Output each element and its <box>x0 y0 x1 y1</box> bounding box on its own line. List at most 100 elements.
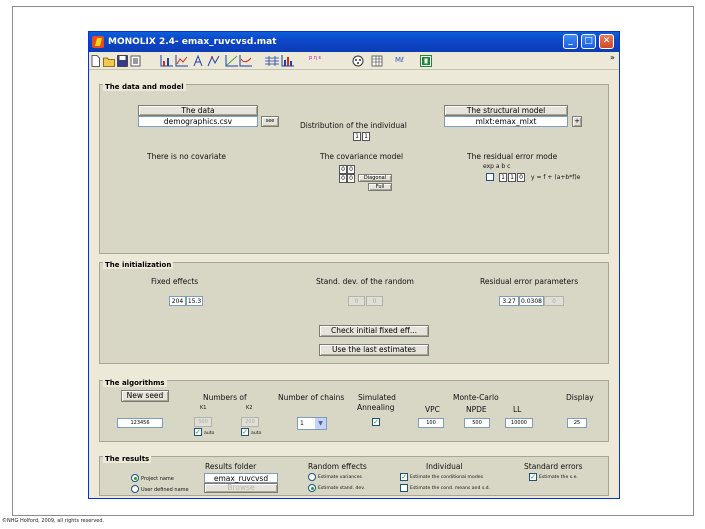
ml-icon[interactable]: Mℓ <box>395 55 404 67</box>
structural-model-button[interactable]: The structural model <box>444 105 568 116</box>
fixed-effects-label: Fixed effects <box>151 277 199 286</box>
seed-field[interactable]: 123456 <box>117 418 163 428</box>
residual-params-label: Residual error parameters <box>480 277 579 286</box>
k2-field[interactable]: 200 <box>241 417 259 427</box>
data-file-field[interactable]: demographics.csv <box>138 116 258 127</box>
toolbar-more-icon[interactable]: » <box>610 53 615 65</box>
close-button[interactable]: ✕ <box>599 34 614 49</box>
obs-vs-pred-icon[interactable] <box>225 55 238 67</box>
cov-22[interactable]: 0 <box>347 174 355 183</box>
estimate-sd-radio[interactable] <box>308 484 316 492</box>
distribution-icon[interactable] <box>281 55 294 67</box>
algorithms-title: The algorithms <box>103 379 167 387</box>
open-folder-icon[interactable] <box>103 55 115 67</box>
minimize-button[interactable]: _ <box>563 34 578 49</box>
structural-model-field[interactable]: mlxt:emax_mlxt <box>444 116 568 127</box>
individual-fits-icon[interactable] <box>193 55 206 67</box>
vpc-label: VPC <box>425 405 440 414</box>
residual-param-b[interactable]: 0.0308 <box>519 296 544 306</box>
use-last-estimates-button[interactable]: Use the last estimates <box>319 344 429 356</box>
fixed-effect-1[interactable]: 204 <box>169 296 186 306</box>
exp-checkbox[interactable] <box>486 173 494 181</box>
random-sd-label: Stand. dev. of the random <box>316 277 414 286</box>
see-button[interactable]: see <box>261 116 279 127</box>
table-icon[interactable] <box>371 55 383 67</box>
monolix-window: MONOLIX 2.4- emax_ruvcvsd.mat _ □ ✕ p η … <box>88 31 620 499</box>
standard-errors-label: Standard errors <box>524 462 583 471</box>
res-a-value[interactable]: 1 <box>499 173 507 182</box>
window-title: MONOLIX 2.4- emax_ruvcvsd.mat <box>108 37 277 47</box>
maximize-button[interactable]: □ <box>581 34 596 49</box>
user-defined-radio[interactable] <box>131 485 139 493</box>
the-data-button[interactable]: The data <box>138 105 258 116</box>
print-icon[interactable] <box>130 55 141 67</box>
ll-field[interactable]: 10000 <box>505 418 533 428</box>
distribution-label: Distribution of the individual <box>300 121 407 130</box>
estimate-sd-label: Estimate stand. dev. <box>318 486 366 491</box>
numbers-of-label: Numbers of <box>203 393 247 402</box>
k1-field[interactable]: 500 <box>194 417 212 427</box>
vpc-icon[interactable]: p η ε <box>309 55 321 67</box>
residual-formula: y = f + (a+b*f)e <box>531 174 581 181</box>
k2-auto-label: auto <box>251 431 262 436</box>
user-defined-label: User defined name <box>141 487 189 493</box>
residual-error-label: The residual error mode <box>467 152 558 161</box>
cond-means-label: Estimate the cond. means and s.d. <box>410 486 491 491</box>
dist-value-2[interactable]: 1 <box>362 132 370 141</box>
chains-label: Number of chains <box>278 393 345 402</box>
k1-auto-checkbox[interactable]: ✓ <box>194 428 202 436</box>
chevron-down-icon[interactable]: ▼ <box>315 418 326 429</box>
chains-select[interactable]: 1 ▼ <box>297 417 327 430</box>
npde-field[interactable]: 500 <box>464 418 490 428</box>
report-icon[interactable] <box>420 55 432 67</box>
k2-label: K2 <box>246 405 253 411</box>
diagonal-button[interactable]: Diagonal <box>358 174 392 182</box>
k1-label: K1 <box>200 405 207 411</box>
cond-means-checkbox[interactable] <box>400 484 408 492</box>
fixed-effect-2[interactable]: 15.3 <box>186 296 203 306</box>
annealing-label: Annealing <box>357 403 395 412</box>
check-initial-button[interactable]: Check initial fixed eff... <box>319 325 429 337</box>
sim-icon[interactable] <box>352 55 364 67</box>
initialization-title: The initialization <box>103 261 174 269</box>
annealing-checkbox[interactable]: ✓ <box>372 418 380 426</box>
residual-param-c[interactable]: 0 <box>544 296 564 306</box>
random-sd-1[interactable]: 0 <box>348 296 365 306</box>
project-name-label: Project name <box>141 476 174 482</box>
plot-icon[interactable] <box>175 55 188 67</box>
residual-param-a[interactable]: 3.27 <box>499 296 519 306</box>
dist-plot-icon[interactable] <box>265 55 279 67</box>
res-c-value[interactable]: 0 <box>517 173 525 182</box>
k2-auto-checkbox[interactable]: ✓ <box>241 428 249 436</box>
copyright-text: ©NHG Holford, 2009, all rights reserved. <box>2 518 105 524</box>
initialization-panel: The initialization Fixed effects 204 15.… <box>99 261 609 364</box>
save-icon[interactable] <box>117 55 128 67</box>
results-folder-field[interactable]: emax_ruvcvsd <box>204 473 278 483</box>
cov-21[interactable]: 0 <box>339 174 347 183</box>
title-bar[interactable]: MONOLIX 2.4- emax_ruvcvsd.mat _ □ ✕ <box>89 32 619 52</box>
cov-11[interactable]: 0 <box>339 165 347 174</box>
dist-value-1[interactable]: 1 <box>353 132 361 141</box>
cov-12[interactable]: 0 <box>347 165 355 174</box>
estimate-se-checkbox[interactable]: ✓ <box>529 473 537 481</box>
res-b-value[interactable]: 1 <box>508 173 516 182</box>
add-model-button[interactable]: + <box>572 116 582 127</box>
new-file-icon[interactable] <box>91 55 100 67</box>
results-folder-label: Results folder <box>205 462 257 471</box>
vpc-field[interactable]: 100 <box>418 418 444 428</box>
browse-button[interactable]: Browse <box>204 483 278 493</box>
new-seed-button[interactable]: New seed <box>121 390 169 402</box>
display-field[interactable]: 25 <box>567 418 587 428</box>
npde-label: NPDE <box>466 405 487 414</box>
random-sd-2[interactable]: 0 <box>366 296 383 306</box>
full-button[interactable]: Full <box>368 183 392 191</box>
estimate-variances-radio[interactable] <box>308 473 316 481</box>
estimate-se-label: Estimate the s.e. <box>539 475 578 480</box>
covariance-label: The covariance model <box>320 152 404 161</box>
cond-modes-checkbox[interactable]: ✓ <box>400 473 408 481</box>
fit-icon[interactable] <box>207 55 220 67</box>
data-plot-icon[interactable] <box>160 55 173 67</box>
project-name-radio[interactable] <box>131 474 139 482</box>
residuals-plot-icon[interactable] <box>239 55 252 67</box>
matlab-icon <box>92 36 104 48</box>
